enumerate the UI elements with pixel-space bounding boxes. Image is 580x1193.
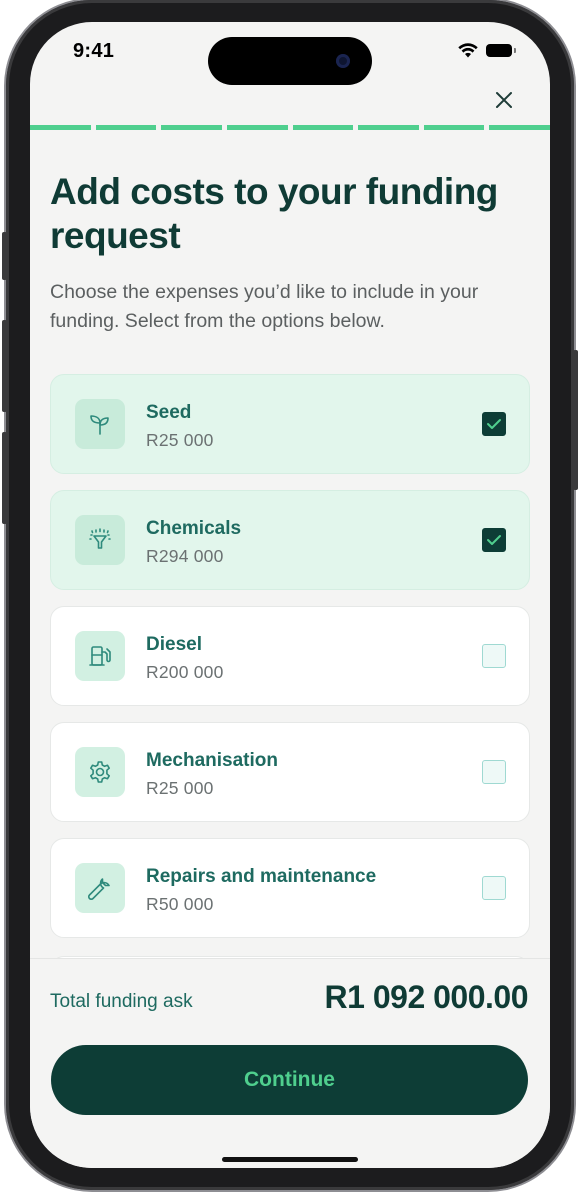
progress-step — [30, 125, 91, 130]
side-button-volume-down — [2, 432, 7, 524]
progress-step — [161, 125, 222, 130]
page-title: Add costs to your funding request — [50, 171, 498, 256]
cost-item-price: R50 000 — [146, 894, 214, 914]
progress-bar — [30, 125, 550, 130]
cost-item-name: Mechanisation — [146, 750, 278, 771]
progress-step — [358, 125, 419, 130]
close-icon — [496, 92, 512, 108]
total-label: Total funding ask — [50, 991, 193, 1012]
battery-icon — [486, 44, 516, 57]
close-button[interactable] — [492, 88, 516, 112]
progress-step — [489, 125, 550, 130]
cost-item-price: R294 000 — [146, 546, 224, 566]
chemicals-checkbox[interactable] — [482, 528, 506, 552]
sprayer-icon — [75, 515, 125, 565]
checkmark-icon — [487, 535, 501, 545]
repairs-checkbox[interactable] — [482, 876, 506, 900]
fuel-pump-icon — [75, 631, 125, 681]
wrench-icon — [75, 863, 125, 913]
cost-item-name: Diesel — [146, 634, 202, 655]
cost-item-diesel[interactable]: Diesel R200 000 — [50, 606, 530, 706]
home-indicator[interactable] — [222, 1157, 358, 1162]
app-screen: 9:41 Add costs to your funding request C… — [30, 22, 550, 1168]
cost-item-name: Repairs and maintenance — [146, 866, 377, 887]
page-subtitle: Choose the expenses you’d like to includ… — [50, 281, 479, 332]
progress-step — [423, 125, 485, 130]
status-icons — [458, 43, 516, 58]
checkmark-icon — [487, 419, 501, 429]
camera-icon — [336, 54, 350, 68]
cost-item-name: Chemicals — [146, 518, 242, 539]
progress-step — [292, 125, 354, 130]
cost-item-chemicals[interactable]: Chemicals R294 000 — [50, 490, 530, 590]
side-button-volume-up — [2, 320, 7, 412]
side-button-power — [573, 350, 578, 490]
status-bar: 9:41 — [30, 22, 550, 85]
cost-item-price: R25 000 — [146, 778, 214, 798]
sprout-icon — [75, 399, 125, 449]
diesel-checkbox[interactable] — [482, 644, 506, 668]
cost-item-seed[interactable]: Seed R25 000 — [50, 374, 530, 474]
dynamic-island — [208, 37, 372, 85]
mechanisation-checkbox[interactable] — [482, 760, 506, 784]
footer-summary: Total funding ask R1 092 000.00 Continue — [30, 958, 550, 1168]
cost-item-repairs[interactable]: Repairs and maintenance R50 000 — [50, 838, 530, 938]
side-button-action — [2, 232, 7, 280]
cost-item-name: Seed — [146, 402, 192, 423]
continue-button[interactable]: Continue — [51, 1045, 528, 1115]
total-value: R1 092 000.00 — [324, 979, 529, 1015]
wifi-icon — [458, 43, 478, 58]
progress-step — [226, 125, 288, 130]
status-time: 9:41 — [73, 40, 115, 62]
gear-icon — [75, 747, 125, 797]
seed-checkbox[interactable] — [482, 412, 506, 436]
cost-item-price: R25 000 — [146, 430, 214, 450]
cost-item-mechanisation[interactable]: Mechanisation R25 000 — [50, 722, 530, 822]
progress-step — [95, 125, 157, 130]
cost-item-price: R200 000 — [146, 662, 224, 682]
